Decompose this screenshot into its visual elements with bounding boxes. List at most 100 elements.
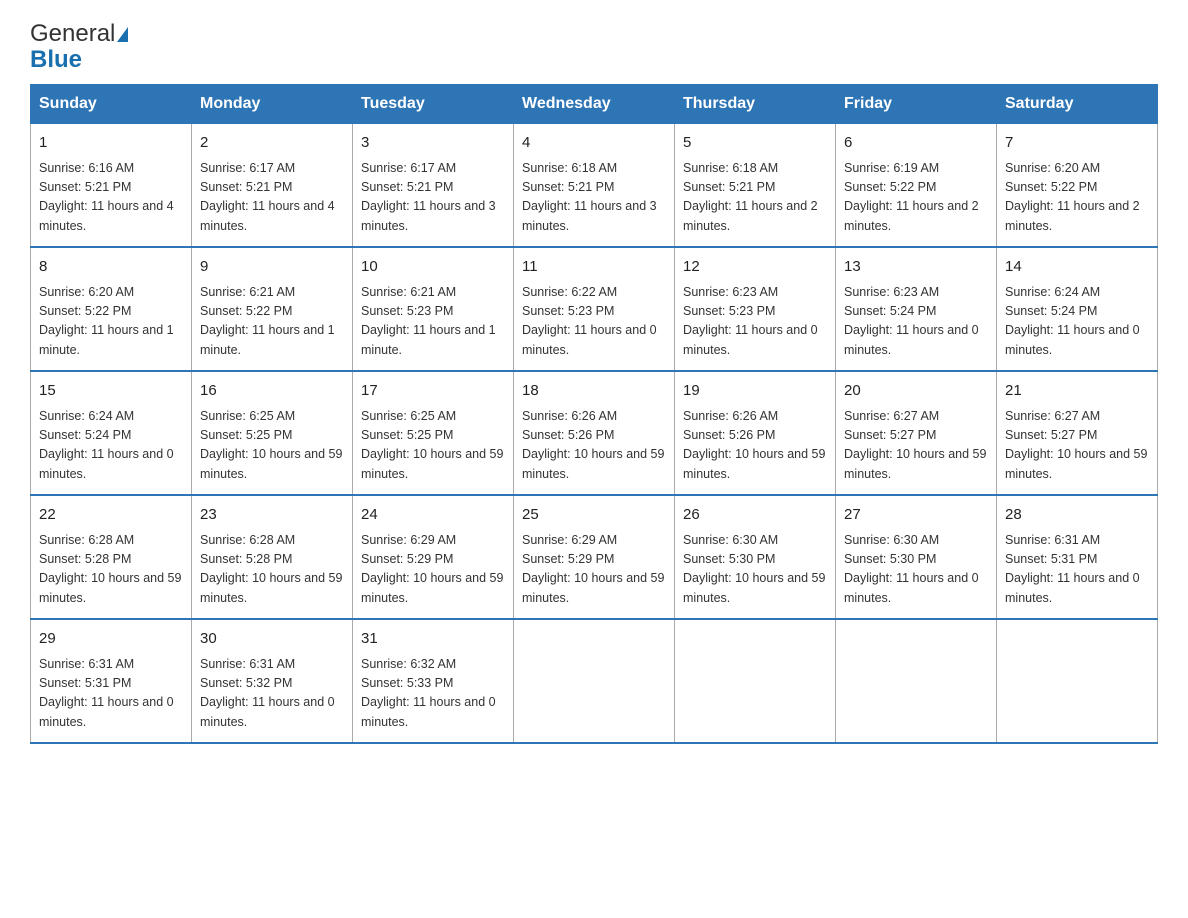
day-cell-3: 3 Sunrise: 6:17 AM Sunset: 5:21 PM Dayli… (353, 124, 514, 248)
day-number: 18 (522, 380, 666, 403)
day-number: 7 (1005, 132, 1149, 155)
day-cell-15: 15 Sunrise: 6:24 AM Sunset: 5:24 PM Dayl… (31, 371, 192, 495)
day-number: 24 (361, 504, 505, 527)
calendar-table: SundayMondayTuesdayWednesdayThursdayFrid… (30, 84, 1158, 744)
header-cell-saturday: Saturday (997, 85, 1158, 124)
day-number: 16 (200, 380, 344, 403)
day-cell-23: 23 Sunrise: 6:28 AM Sunset: 5:28 PM Dayl… (192, 495, 353, 619)
day-cell-2: 2 Sunrise: 6:17 AM Sunset: 5:21 PM Dayli… (192, 124, 353, 248)
day-info: Sunrise: 6:29 AM Sunset: 5:29 PM Dayligh… (522, 531, 666, 609)
day-number: 4 (522, 132, 666, 155)
day-info: Sunrise: 6:19 AM Sunset: 5:22 PM Dayligh… (844, 159, 988, 237)
day-cell-30: 30 Sunrise: 6:31 AM Sunset: 5:32 PM Dayl… (192, 619, 353, 743)
day-info: Sunrise: 6:17 AM Sunset: 5:21 PM Dayligh… (361, 159, 505, 237)
day-info: Sunrise: 6:30 AM Sunset: 5:30 PM Dayligh… (683, 531, 827, 609)
day-number: 5 (683, 132, 827, 155)
day-info: Sunrise: 6:21 AM Sunset: 5:22 PM Dayligh… (200, 283, 344, 361)
day-info: Sunrise: 6:28 AM Sunset: 5:28 PM Dayligh… (200, 531, 344, 609)
day-info: Sunrise: 6:31 AM Sunset: 5:31 PM Dayligh… (39, 655, 183, 733)
empty-cell (675, 619, 836, 743)
header-cell-sunday: Sunday (31, 85, 192, 124)
day-number: 26 (683, 504, 827, 527)
day-cell-4: 4 Sunrise: 6:18 AM Sunset: 5:21 PM Dayli… (514, 124, 675, 248)
logo: General Blue (30, 20, 130, 74)
day-number: 12 (683, 256, 827, 279)
day-number: 8 (39, 256, 183, 279)
day-cell-16: 16 Sunrise: 6:25 AM Sunset: 5:25 PM Dayl… (192, 371, 353, 495)
day-cell-31: 31 Sunrise: 6:32 AM Sunset: 5:33 PM Dayl… (353, 619, 514, 743)
day-info: Sunrise: 6:22 AM Sunset: 5:23 PM Dayligh… (522, 283, 666, 361)
day-cell-5: 5 Sunrise: 6:18 AM Sunset: 5:21 PM Dayli… (675, 124, 836, 248)
day-info: Sunrise: 6:26 AM Sunset: 5:26 PM Dayligh… (522, 407, 666, 485)
day-number: 14 (1005, 256, 1149, 279)
day-cell-13: 13 Sunrise: 6:23 AM Sunset: 5:24 PM Dayl… (836, 247, 997, 371)
day-number: 3 (361, 132, 505, 155)
day-number: 17 (361, 380, 505, 403)
day-cell-29: 29 Sunrise: 6:31 AM Sunset: 5:31 PM Dayl… (31, 619, 192, 743)
day-info: Sunrise: 6:24 AM Sunset: 5:24 PM Dayligh… (1005, 283, 1149, 361)
week-row-5: 29 Sunrise: 6:31 AM Sunset: 5:31 PM Dayl… (31, 619, 1158, 743)
day-cell-24: 24 Sunrise: 6:29 AM Sunset: 5:29 PM Dayl… (353, 495, 514, 619)
day-info: Sunrise: 6:18 AM Sunset: 5:21 PM Dayligh… (683, 159, 827, 237)
day-number: 22 (39, 504, 183, 527)
day-info: Sunrise: 6:26 AM Sunset: 5:26 PM Dayligh… (683, 407, 827, 485)
header-row: SundayMondayTuesdayWednesdayThursdayFrid… (31, 85, 1158, 124)
day-cell-17: 17 Sunrise: 6:25 AM Sunset: 5:25 PM Dayl… (353, 371, 514, 495)
day-info: Sunrise: 6:25 AM Sunset: 5:25 PM Dayligh… (361, 407, 505, 485)
day-number: 29 (39, 628, 183, 651)
day-info: Sunrise: 6:27 AM Sunset: 5:27 PM Dayligh… (1005, 407, 1149, 485)
day-number: 9 (200, 256, 344, 279)
day-number: 23 (200, 504, 344, 527)
day-cell-10: 10 Sunrise: 6:21 AM Sunset: 5:23 PM Dayl… (353, 247, 514, 371)
day-cell-28: 28 Sunrise: 6:31 AM Sunset: 5:31 PM Dayl… (997, 495, 1158, 619)
day-number: 28 (1005, 504, 1149, 527)
week-row-4: 22 Sunrise: 6:28 AM Sunset: 5:28 PM Dayl… (31, 495, 1158, 619)
day-info: Sunrise: 6:27 AM Sunset: 5:27 PM Dayligh… (844, 407, 988, 485)
day-info: Sunrise: 6:31 AM Sunset: 5:32 PM Dayligh… (200, 655, 344, 733)
day-info: Sunrise: 6:29 AM Sunset: 5:29 PM Dayligh… (361, 531, 505, 609)
day-number: 15 (39, 380, 183, 403)
header-cell-tuesday: Tuesday (353, 85, 514, 124)
header-cell-wednesday: Wednesday (514, 85, 675, 124)
day-info: Sunrise: 6:23 AM Sunset: 5:23 PM Dayligh… (683, 283, 827, 361)
week-row-3: 15 Sunrise: 6:24 AM Sunset: 5:24 PM Dayl… (31, 371, 1158, 495)
day-info: Sunrise: 6:32 AM Sunset: 5:33 PM Dayligh… (361, 655, 505, 733)
day-number: 31 (361, 628, 505, 651)
day-info: Sunrise: 6:24 AM Sunset: 5:24 PM Dayligh… (39, 407, 183, 485)
page-header: General Blue (30, 20, 1158, 74)
day-cell-11: 11 Sunrise: 6:22 AM Sunset: 5:23 PM Dayl… (514, 247, 675, 371)
day-info: Sunrise: 6:20 AM Sunset: 5:22 PM Dayligh… (39, 283, 183, 361)
day-number: 19 (683, 380, 827, 403)
day-info: Sunrise: 6:31 AM Sunset: 5:31 PM Dayligh… (1005, 531, 1149, 609)
day-number: 6 (844, 132, 988, 155)
empty-cell (997, 619, 1158, 743)
day-cell-18: 18 Sunrise: 6:26 AM Sunset: 5:26 PM Dayl… (514, 371, 675, 495)
day-cell-1: 1 Sunrise: 6:16 AM Sunset: 5:21 PM Dayli… (31, 124, 192, 248)
day-info: Sunrise: 6:30 AM Sunset: 5:30 PM Dayligh… (844, 531, 988, 609)
day-cell-9: 9 Sunrise: 6:21 AM Sunset: 5:22 PM Dayli… (192, 247, 353, 371)
day-cell-7: 7 Sunrise: 6:20 AM Sunset: 5:22 PM Dayli… (997, 124, 1158, 248)
week-row-2: 8 Sunrise: 6:20 AM Sunset: 5:22 PM Dayli… (31, 247, 1158, 371)
day-info: Sunrise: 6:23 AM Sunset: 5:24 PM Dayligh… (844, 283, 988, 361)
day-number: 2 (200, 132, 344, 155)
day-cell-12: 12 Sunrise: 6:23 AM Sunset: 5:23 PM Dayl… (675, 247, 836, 371)
day-info: Sunrise: 6:16 AM Sunset: 5:21 PM Dayligh… (39, 159, 183, 237)
day-cell-20: 20 Sunrise: 6:27 AM Sunset: 5:27 PM Dayl… (836, 371, 997, 495)
day-number: 20 (844, 380, 988, 403)
day-info: Sunrise: 6:28 AM Sunset: 5:28 PM Dayligh… (39, 531, 183, 609)
logo-general-text: General (30, 20, 115, 48)
day-cell-22: 22 Sunrise: 6:28 AM Sunset: 5:28 PM Dayl… (31, 495, 192, 619)
logo-blue-text: Blue (30, 46, 82, 73)
day-number: 13 (844, 256, 988, 279)
day-cell-14: 14 Sunrise: 6:24 AM Sunset: 5:24 PM Dayl… (997, 247, 1158, 371)
header-cell-thursday: Thursday (675, 85, 836, 124)
day-number: 25 (522, 504, 666, 527)
day-cell-26: 26 Sunrise: 6:30 AM Sunset: 5:30 PM Dayl… (675, 495, 836, 619)
day-info: Sunrise: 6:17 AM Sunset: 5:21 PM Dayligh… (200, 159, 344, 237)
day-number: 10 (361, 256, 505, 279)
day-info: Sunrise: 6:18 AM Sunset: 5:21 PM Dayligh… (522, 159, 666, 237)
day-info: Sunrise: 6:25 AM Sunset: 5:25 PM Dayligh… (200, 407, 344, 485)
week-row-1: 1 Sunrise: 6:16 AM Sunset: 5:21 PM Dayli… (31, 124, 1158, 248)
logo-triangle-icon (117, 27, 128, 42)
day-number: 30 (200, 628, 344, 651)
